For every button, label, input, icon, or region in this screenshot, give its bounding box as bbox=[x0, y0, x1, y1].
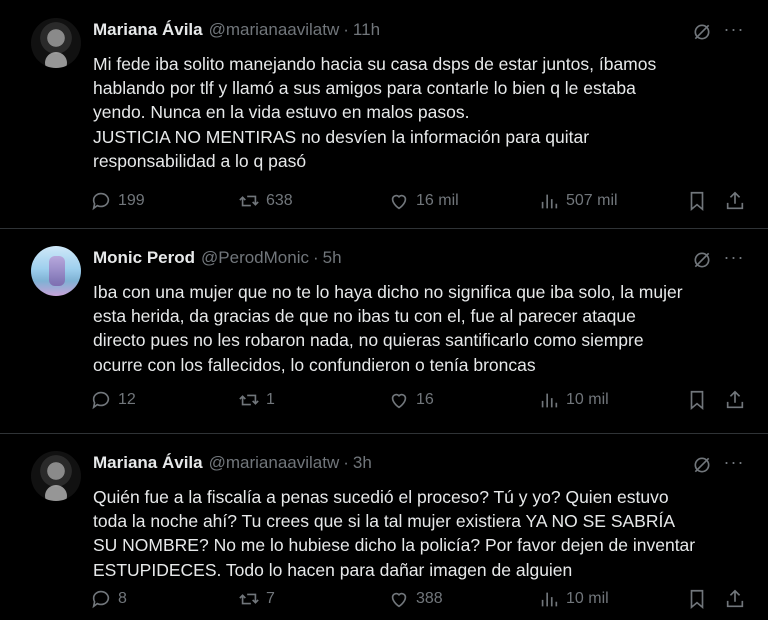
share-icon[interactable] bbox=[724, 389, 746, 411]
view-count: 10 mil bbox=[566, 391, 609, 408]
avatar[interactable] bbox=[31, 451, 81, 501]
tweet-text: Mi fede iba solito manejando hacia su ca… bbox=[93, 52, 755, 173]
separator: · bbox=[312, 248, 319, 267]
tweet-text-line: Mi fede iba solito manejando hacia su ca… bbox=[93, 54, 657, 74]
tweet[interactable]: Monic Perod @PerodMonic · 5h ··· Iba con un… bbox=[0, 228, 768, 433]
author-name[interactable]: Monic Perod bbox=[93, 248, 195, 267]
tweet-text-line: JUSTICIA NO MENTIRAS no desvíen la infor… bbox=[93, 126, 590, 147]
timestamp[interactable]: 5h bbox=[323, 248, 342, 267]
tweet-text-line: ESTUPIDECES. Todo lo hacen para dañar im… bbox=[93, 559, 573, 580]
tweet-header: Monic Perod @PerodMonic · 5h bbox=[93, 248, 768, 272]
bookmark-icon[interactable] bbox=[686, 389, 708, 411]
reply-button[interactable]: 12 bbox=[90, 385, 136, 415]
grok-icon[interactable] bbox=[692, 455, 712, 475]
views-icon bbox=[541, 592, 558, 607]
author-handle[interactable]: @marianaavilatw bbox=[209, 20, 340, 39]
like-button[interactable]: 388 bbox=[388, 584, 443, 614]
tweet-actions: 12 1 16 10 mil bbox=[90, 385, 750, 415]
like-count: 388 bbox=[416, 590, 443, 607]
views-button[interactable]: 10 mil bbox=[538, 584, 609, 614]
views-icon bbox=[541, 393, 558, 408]
author-name[interactable]: Mariana Ávila bbox=[93, 20, 203, 39]
like-count: 16 bbox=[416, 391, 434, 408]
tweet-text: Iba con una mujer que no te lo haya dich… bbox=[93, 280, 755, 377]
views-icon bbox=[541, 194, 558, 209]
tweet-actions: 8 7 388 10 mil bbox=[90, 584, 750, 614]
reply-icon bbox=[92, 590, 110, 609]
tweet[interactable]: Mariana Ávila @marianaavilatw · 11h ··· Mi … bbox=[0, 0, 768, 228]
timestamp[interactable]: 3h bbox=[353, 453, 372, 472]
share-icon[interactable] bbox=[724, 588, 746, 610]
repost-icon bbox=[239, 394, 259, 406]
tweet-text-line: toda la noche ahí? Tu crees que si la ta… bbox=[93, 511, 676, 532]
tweet-text-line: esta herida, da gracias de que no ibas t… bbox=[93, 306, 636, 327]
author-handle[interactable]: @marianaavilatw bbox=[209, 453, 340, 472]
views-button[interactable]: 507 mil bbox=[538, 186, 618, 216]
more-icon[interactable]: ··· bbox=[722, 20, 746, 42]
tweet-text: Quién fue a la fiscalía a penas sucedió … bbox=[93, 485, 755, 582]
like-count: 16 mil bbox=[416, 192, 459, 209]
views-button[interactable]: 10 mil bbox=[538, 385, 609, 415]
tweet-text-line: Iba con una mujer que no te lo haya dich… bbox=[93, 282, 683, 302]
repost-icon bbox=[239, 195, 259, 207]
tweet-text-line: responsabilidad a lo q pasó bbox=[93, 150, 307, 171]
tweet-actions: 199 638 16 mil 507 mil bbox=[90, 186, 750, 216]
share-icon[interactable] bbox=[724, 190, 746, 212]
tweet-text-line: hablando por tlf y llamó a sus amigos pa… bbox=[93, 78, 636, 99]
tweet-header: Mariana Ávila @marianaavilatw · 3h bbox=[93, 453, 768, 477]
tweet-text-line: SU NOMBRE? No me lo hubiese dicho la pol… bbox=[93, 535, 696, 556]
tweet-header: Mariana Ávila @marianaavilatw · 11h bbox=[93, 20, 768, 44]
reply-count: 12 bbox=[118, 391, 136, 408]
more-icon[interactable]: ··· bbox=[722, 248, 746, 270]
tweet[interactable]: Mariana Ávila @marianaavilatw · 3h ··· Quié… bbox=[0, 433, 768, 620]
more-icon[interactable]: ··· bbox=[722, 453, 746, 475]
repost-button[interactable]: 638 bbox=[238, 186, 293, 216]
tweet-text-line: Quién fue a la fiscalía a penas sucedió … bbox=[93, 487, 669, 507]
bookmark-icon[interactable] bbox=[686, 190, 708, 212]
repost-button[interactable]: 1 bbox=[238, 385, 275, 415]
avatar[interactable] bbox=[31, 246, 81, 296]
grok-icon[interactable] bbox=[692, 22, 712, 42]
view-count: 507 mil bbox=[566, 192, 618, 209]
reply-icon bbox=[92, 391, 110, 410]
timestamp[interactable]: 11h bbox=[353, 20, 380, 39]
author-name[interactable]: Mariana Ávila bbox=[93, 453, 203, 472]
repost-icon bbox=[239, 593, 259, 605]
tweet-text-line: yendo. Nunca en la vida estuvo en malos … bbox=[93, 102, 470, 123]
tweet-text-line: directo pues no les robaron nada, no qui… bbox=[93, 330, 644, 351]
repost-count: 7 bbox=[266, 590, 275, 607]
author-handle[interactable]: @PerodMonic bbox=[201, 248, 309, 267]
reply-icon bbox=[92, 192, 110, 211]
view-count: 10 mil bbox=[566, 590, 609, 607]
repost-button[interactable]: 7 bbox=[238, 584, 275, 614]
reply-button[interactable]: 8 bbox=[90, 584, 127, 614]
like-icon bbox=[391, 393, 407, 409]
reply-count: 199 bbox=[118, 192, 145, 209]
repost-count: 1 bbox=[266, 391, 275, 408]
bookmark-icon[interactable] bbox=[686, 588, 708, 610]
repost-count: 638 bbox=[266, 192, 293, 209]
like-icon bbox=[391, 592, 407, 608]
like-button[interactable]: 16 bbox=[388, 385, 434, 415]
tweet-text-line: ocurre con los fallecidos, lo confundier… bbox=[93, 354, 536, 375]
separator: · bbox=[343, 20, 349, 39]
grok-icon[interactable] bbox=[692, 250, 712, 270]
like-icon bbox=[391, 194, 407, 210]
avatar[interactable] bbox=[31, 18, 81, 68]
reply-button[interactable]: 199 bbox=[90, 186, 145, 216]
separator: · bbox=[343, 453, 349, 472]
reply-count: 8 bbox=[118, 590, 127, 607]
like-button[interactable]: 16 mil bbox=[388, 186, 459, 216]
